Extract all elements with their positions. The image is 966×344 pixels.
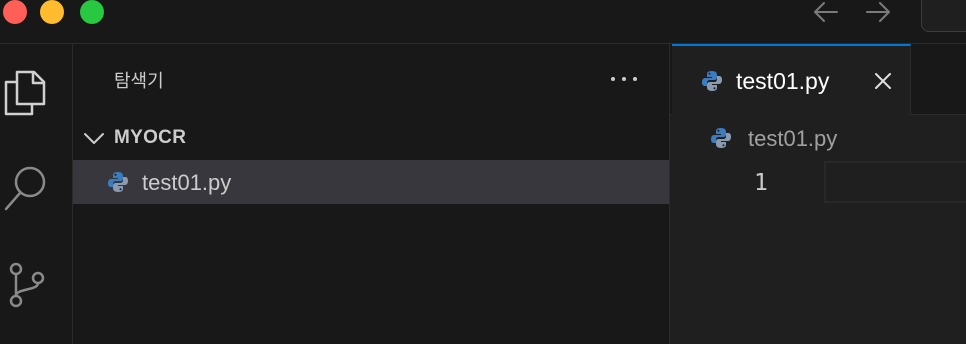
zoom-window-button[interactable]: [80, 0, 104, 24]
activity-bar: [0, 44, 73, 344]
chevron-down-icon: [83, 130, 105, 146]
forward-arrow-icon[interactable]: [864, 0, 892, 26]
file-tree-item[interactable]: test01.py: [73, 160, 669, 204]
minimize-window-button[interactable]: [40, 0, 64, 24]
close-window-button[interactable]: [3, 0, 27, 24]
tab-label: test01.py: [736, 68, 830, 94]
python-icon: [701, 70, 723, 97]
folder-name: MYOCR: [114, 127, 187, 148]
command-center[interactable]: [921, 0, 966, 32]
python-icon: [710, 127, 732, 154]
more-actions-icon[interactable]: [607, 69, 641, 89]
folder-row[interactable]: MYOCR: [73, 122, 669, 154]
breadcrumb-file: test01.py: [748, 126, 838, 151]
back-arrow-icon[interactable]: [812, 0, 840, 26]
sidebar-title: 탐색기: [114, 71, 164, 91]
explorer-icon[interactable]: [0, 66, 50, 116]
editor-area: test01.py test01.py 1: [670, 44, 966, 344]
explorer-sidebar: 탐색기 MYOCR test01.py: [73, 44, 670, 344]
tab-test01-py[interactable]: test01.py: [672, 44, 911, 115]
current-line-highlight[interactable]: [824, 161, 966, 203]
close-icon[interactable]: [872, 70, 894, 92]
file-name: test01.py: [142, 170, 232, 195]
search-icon[interactable]: [0, 162, 50, 212]
tab-bar: test01.py: [670, 44, 966, 115]
title-bar: [0, 0, 966, 44]
python-icon: [107, 171, 129, 198]
line-number: 1: [754, 170, 768, 196]
source-control-icon[interactable]: [0, 258, 50, 308]
